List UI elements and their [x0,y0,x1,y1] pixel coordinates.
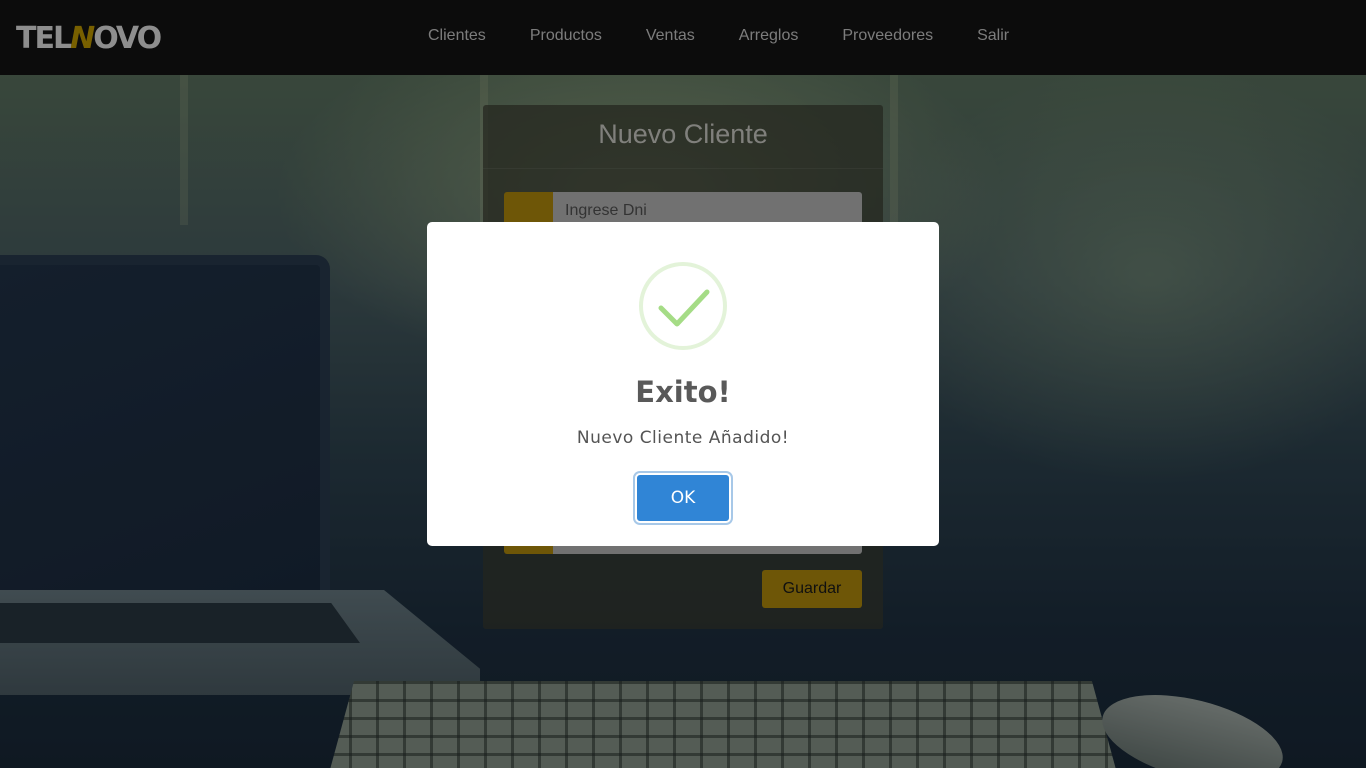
page: TELNOVO Clientes Productos Ventas Arregl… [0,0,1366,768]
success-dialog: Exito! Nuevo Cliente Añadido! OK [427,222,939,546]
ok-button[interactable]: OK [635,473,731,523]
success-check-icon [639,262,727,350]
dialog-message: Nuevo Cliente Añadido! [576,428,790,448]
dialog-title: Exito! [635,375,731,409]
